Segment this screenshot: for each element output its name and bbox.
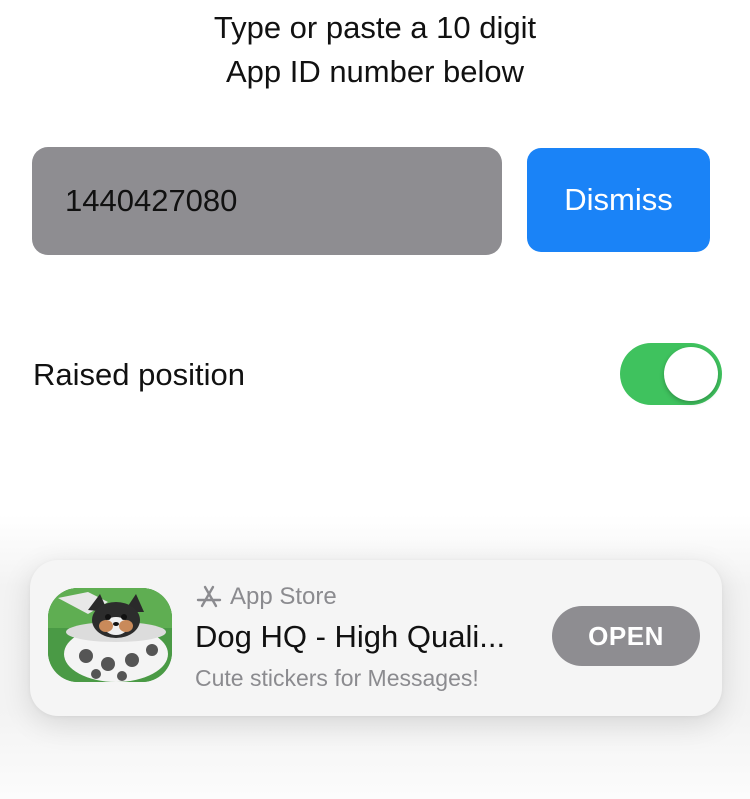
store-label: App Store xyxy=(230,583,337,610)
app-store-icon xyxy=(196,585,222,609)
instructions-text: Type or paste a 10 digit App ID number b… xyxy=(0,6,750,94)
instructions-line-2: App ID number below xyxy=(225,54,525,89)
dog-in-cup-app-icon[interactable] xyxy=(48,588,172,682)
store-label-row: App Store xyxy=(196,582,337,612)
instructions-line-1: Type or paste a 10 digit xyxy=(213,10,537,45)
app-name: Dog HQ - High Quali... xyxy=(195,619,506,654)
dismiss-button[interactable]: Dismiss xyxy=(527,148,710,252)
app-screen: Type or paste a 10 digit App ID number b… xyxy=(0,0,750,799)
open-button[interactable]: OPEN xyxy=(552,606,700,666)
raised-position-label: Raised position xyxy=(33,357,245,392)
app-store-banner[interactable]: App Store Dog HQ - High Quali... Cute st… xyxy=(30,560,722,716)
app-subtitle: Cute stickers for Messages! xyxy=(195,665,479,691)
toggle-knob xyxy=(664,347,718,401)
app-id-input[interactable] xyxy=(32,147,502,255)
raised-position-toggle[interactable] xyxy=(620,343,722,405)
